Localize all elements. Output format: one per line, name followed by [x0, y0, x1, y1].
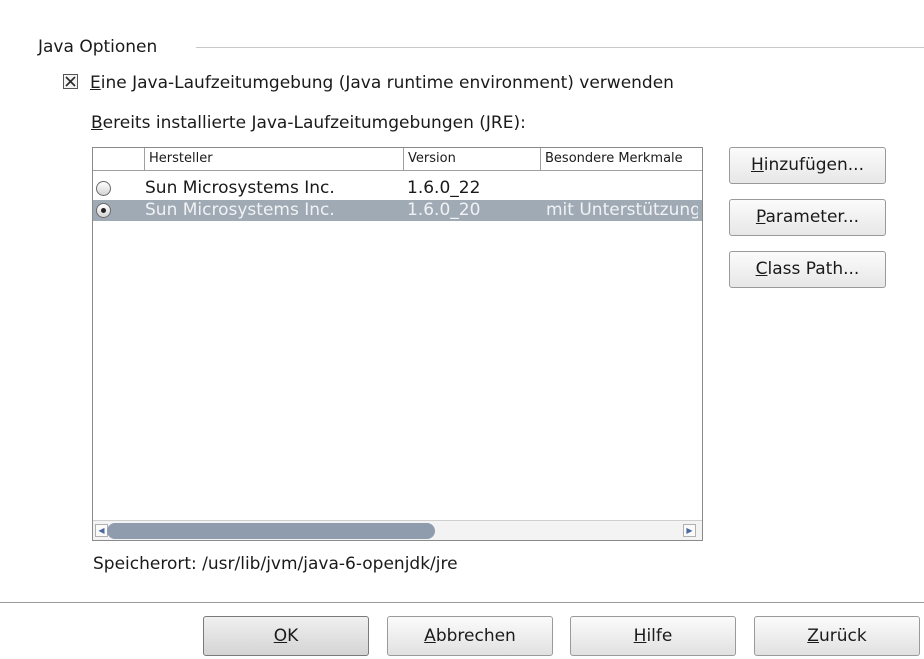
cancel-button-text: bbrechen: [435, 626, 516, 646]
installed-jre-label: Bereits installierte Java-Laufzeitumgebu…: [91, 112, 526, 134]
table-header: Hersteller Version Besondere Merkmale: [93, 148, 702, 171]
class-path-button[interactable]: Class Path...: [729, 251, 886, 288]
column-header-select[interactable]: [93, 148, 145, 170]
cancel-button[interactable]: Abbrechen: [387, 616, 553, 656]
checkmark-x-icon: [65, 76, 76, 87]
help-button[interactable]: Hilfe: [570, 616, 736, 656]
parameter-button-text: arameter...: [765, 207, 860, 227]
table-row[interactable]: Sun Microsystems Inc. 1.6.0_20 mit Unter…: [93, 200, 702, 221]
jre-radio-button[interactable]: [96, 203, 111, 218]
parameter-button[interactable]: Parameter...: [729, 199, 886, 236]
scrollbar-thumb[interactable]: [107, 523, 435, 539]
version-cell: 1.6.0_20: [407, 200, 481, 220]
column-header-vendor[interactable]: Hersteller: [145, 148, 404, 170]
group-divider: [196, 47, 924, 48]
jre-radio-button[interactable]: [96, 181, 111, 196]
parameter-button-mnemonic: P: [755, 207, 766, 227]
add-button-mnemonic: H: [751, 155, 764, 175]
version-cell: 1.6.0_22: [407, 178, 481, 198]
ok-button-text: K: [287, 626, 299, 646]
horizontal-scrollbar[interactable]: ◀ ▶: [93, 520, 702, 540]
back-button[interactable]: Zurück: [754, 616, 920, 656]
use-jre-label[interactable]: Eine Java-Laufzeitumgebung (Java runtime…: [90, 72, 674, 94]
column-header-version[interactable]: Version: [404, 148, 541, 170]
radio-selected-dot: [101, 208, 106, 213]
use-jre-mnemonic: E: [90, 73, 101, 93]
ok-button[interactable]: OK: [203, 616, 369, 656]
class-path-button-mnemonic: C: [755, 259, 768, 279]
footer-separator: [0, 602, 924, 603]
table-row[interactable]: Sun Microsystems Inc. 1.6.0_22: [93, 178, 702, 199]
add-button-text: inzufügen...: [763, 155, 864, 175]
features-cell: mit Unterstützung: [546, 200, 698, 220]
vendor-cell: Sun Microsystems Inc.: [145, 200, 335, 220]
location-label: Speicherort: /usr/lib/jvm/java-6-openjdk…: [93, 554, 458, 574]
scroll-right-arrow-icon[interactable]: ▶: [683, 524, 696, 537]
class-path-button-text: lass Path...: [767, 259, 860, 279]
jre-table[interactable]: Hersteller Version Besondere Merkmale Su…: [92, 147, 703, 541]
group-title: Java Optionen: [38, 37, 158, 57]
vendor-cell: Sun Microsystems Inc.: [145, 178, 335, 198]
help-button-mnemonic: H: [633, 626, 647, 646]
use-jre-label-text: ine Java-Laufzeitumgebung (Java runtime …: [100, 73, 674, 93]
cancel-button-mnemonic: A: [424, 626, 436, 646]
installed-jre-mnemonic: B: [91, 113, 103, 133]
add-button[interactable]: Hinzufügen...: [729, 147, 886, 184]
installed-jre-label-text: ereits installierte Java-Laufzeitumgebun…: [102, 113, 526, 133]
back-button-mnemonic: Z: [807, 626, 819, 646]
use-jre-checkbox[interactable]: [63, 74, 78, 89]
help-button-text: ilfe: [646, 626, 673, 646]
ok-button-mnemonic: O: [273, 626, 288, 646]
column-header-features[interactable]: Besondere Merkmale: [541, 148, 702, 170]
back-button-text: urück: [818, 626, 867, 646]
